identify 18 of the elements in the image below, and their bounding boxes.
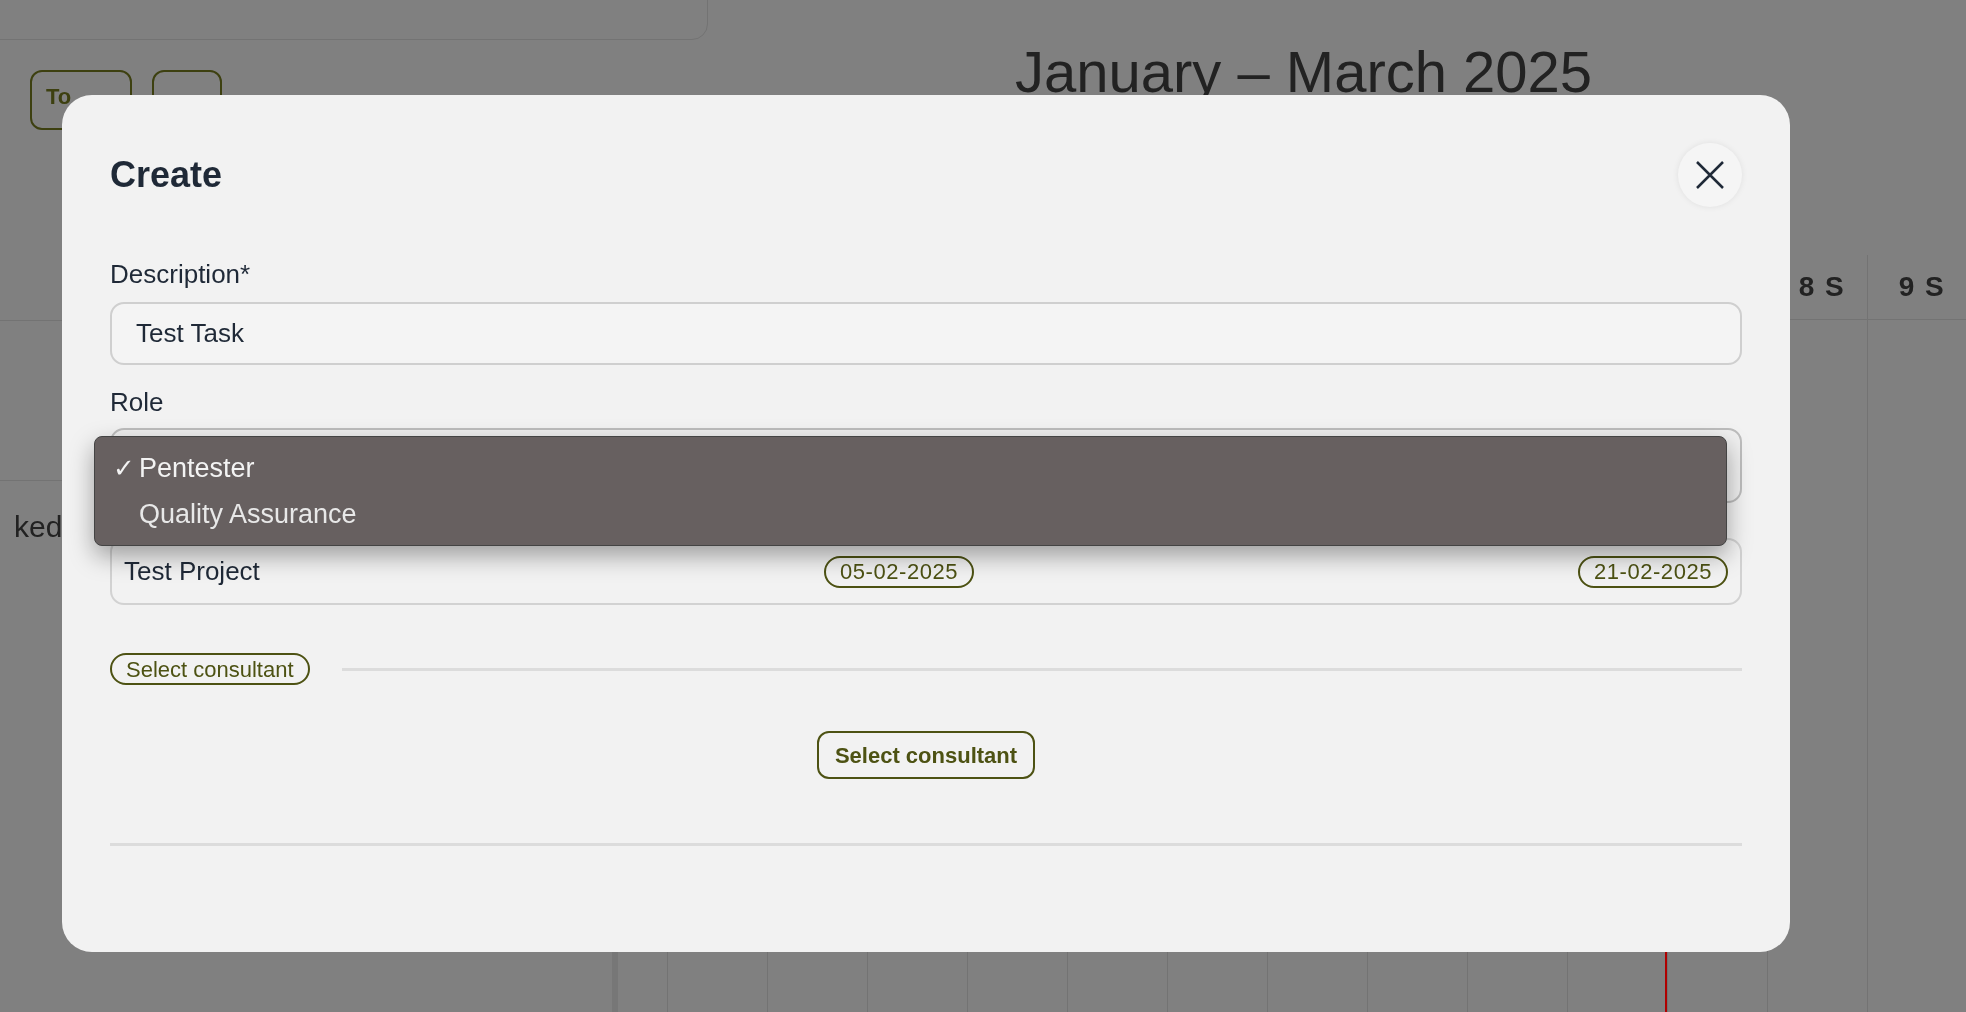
start-date-tag: 05-02-2025 — [824, 555, 975, 588]
project-name: Test Project — [124, 555, 261, 588]
close-button[interactable] — [1678, 143, 1742, 207]
description-field[interactable]: Test Task — [110, 302, 1742, 365]
row-label: ked — [14, 509, 63, 545]
field-label: Role — [110, 386, 164, 419]
day-header: 9 S — [1898, 270, 1945, 304]
period-title: January – March 2025 — [1015, 38, 1593, 106]
field-label: Description* — [110, 258, 251, 291]
select-consultant-button[interactable]: Select consultant — [816, 731, 1036, 779]
role-option[interactable]: ✓Pentester — [95, 445, 1726, 491]
consultant-tag: Select consultant — [110, 653, 310, 685]
day-header: 8 S — [1798, 270, 1845, 304]
role-option[interactable]: Quality Assurance — [95, 491, 1726, 537]
check-icon: ✓ — [113, 452, 135, 483]
dialog-title: Create — [110, 153, 223, 197]
end-date-tag: 21-02-2025 — [1577, 555, 1728, 588]
close-icon — [1694, 159, 1726, 191]
